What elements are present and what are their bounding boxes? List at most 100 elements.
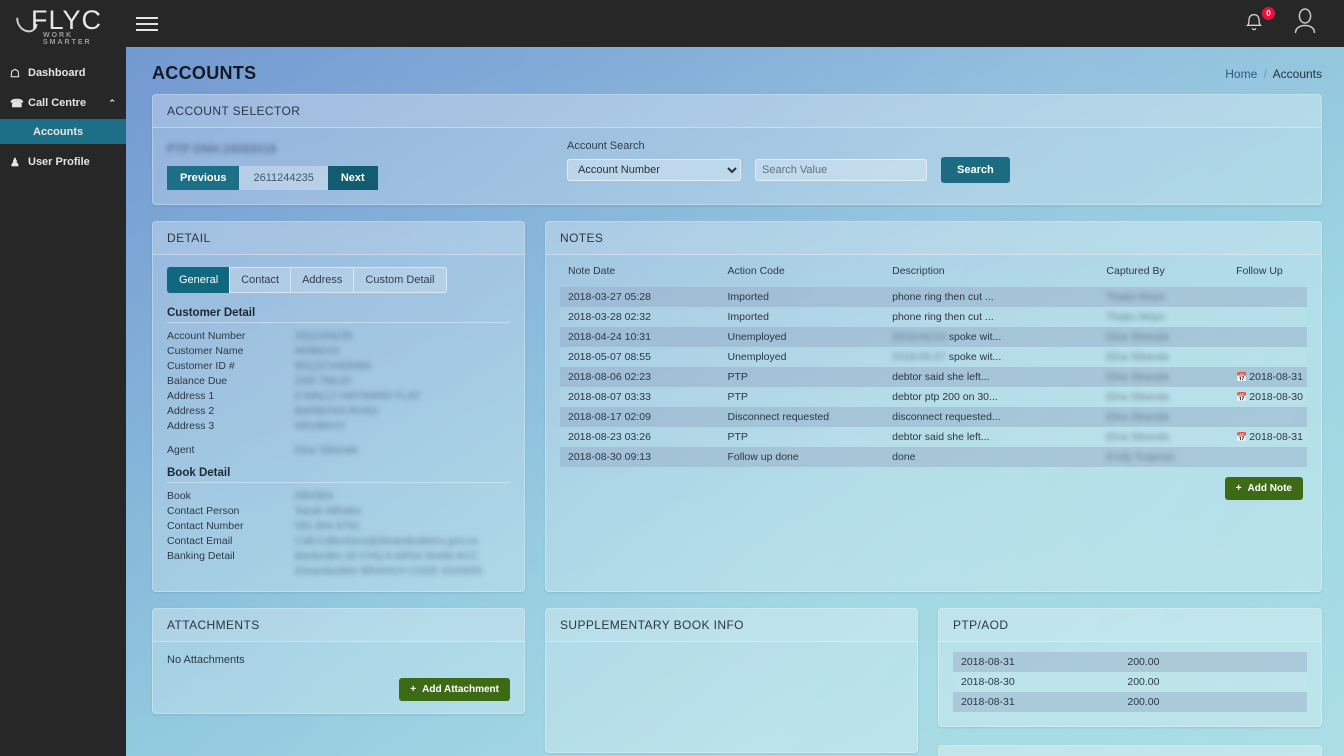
field-key: Customer ID # — [167, 360, 235, 372]
cell-action-code: PTP — [727, 371, 748, 383]
add-note-button[interactable]: + Add Note — [1224, 477, 1303, 500]
cell-note-date: 2018-05-07 08:55 — [568, 351, 651, 363]
sidebar-item-call-centre[interactable]: ☎ Call Centre ⌃ — [0, 91, 126, 115]
sidebar-item-label: User Profile — [28, 156, 90, 168]
cell-captured-by: Elna Sibanda — [1098, 327, 1228, 347]
payments-panel: PAYMENTS No Payments — [938, 745, 1322, 756]
sidebar-item-label: Dashboard — [28, 67, 86, 79]
cell-description: debtor said she left... — [892, 431, 990, 443]
search-type-select[interactable]: Account Number — [567, 159, 741, 181]
redacted-text: Thabo Moyo — [1106, 311, 1165, 323]
notes-header-row: Note Date Action Code Description Captur… — [560, 259, 1307, 287]
cell-ptp-amount: 200.00 — [1127, 656, 1160, 668]
cell-follow-up — [1228, 327, 1307, 347]
col-captured-by[interactable]: Captured By — [1098, 259, 1228, 287]
redacted-text: 2018-05-07 — [892, 351, 946, 363]
search-input[interactable] — [755, 159, 927, 181]
table-row[interactable]: 2018-05-07 08:55 Unemployed 2018-05-07 spo… — [560, 347, 1307, 367]
cell-note-date: 2018-03-28 02:32 — [568, 311, 651, 323]
book-detail-title: Book Detail — [167, 467, 510, 483]
table-row[interactable]: 2018-03-27 05:28 Imported phone ring then … — [560, 287, 1307, 307]
previous-button[interactable]: Previous — [167, 166, 240, 190]
breadcrumb: Home / Accounts — [1225, 67, 1322, 81]
detail-field-row: Address 2 BARBOSA ROAD — [167, 404, 510, 419]
detail-panel: DETAIL General Contact Address Custom De… — [152, 221, 525, 592]
detail-field-row: Account Number 2611244235 — [167, 329, 510, 344]
cell-description: debtor said she left... — [892, 371, 990, 383]
field-value: Bankedbo 20 CHQ A ABSA 56488 ACC — [295, 550, 479, 562]
tab-contact[interactable]: Contact — [229, 267, 291, 293]
table-row[interactable]: 2018-08-06 02:23 PTP debtor said she left.… — [560, 367, 1307, 387]
field-value: 2611244235 — [295, 330, 353, 342]
field-value: ZAR 789.20 — [295, 375, 352, 387]
tab-general[interactable]: General — [167, 267, 230, 293]
add-attachment-button[interactable]: + Add Attachment — [399, 678, 510, 701]
cell-action-code: PTP — [727, 431, 748, 443]
cell-description: debtor ptp 200 on 30... — [892, 391, 998, 403]
field-key: Contact Number — [167, 520, 244, 532]
table-row[interactable]: 2018-04-24 10:31 Unemployed 2018-04-24 spo… — [560, 327, 1307, 347]
table-row[interactable]: 2018-08-30 09:13 Follow up done done Emily … — [560, 447, 1307, 467]
cell-ptp-date: 2018-08-31 — [961, 696, 1015, 708]
cell-note-date: 2018-03-27 05:28 — [568, 291, 651, 303]
tab-custom-detail[interactable]: Custom Detail — [353, 267, 447, 293]
cell-follow-up: 📅 2018-08-30 — [1236, 391, 1303, 403]
customer-detail-title: Customer Detail — [167, 307, 510, 323]
table-row[interactable]: 2018-08-30 200.00 — [953, 672, 1307, 692]
field-value: 8012274409486 — [295, 360, 371, 372]
table-row[interactable]: 2018-08-31 200.00 — [953, 652, 1307, 672]
account-status-value: PTP DNH 24082018 — [167, 142, 277, 156]
breadcrumb-home[interactable]: Home — [1225, 67, 1257, 81]
col-action-code[interactable]: Action Code — [720, 259, 885, 287]
redacted-text: 2018-04-24 — [892, 331, 946, 343]
sidebar-item-accounts[interactable]: Accounts — [0, 119, 126, 144]
table-row[interactable]: 2018-08-07 03:33 PTP debtor ptp 200 on 30.… — [560, 387, 1307, 407]
table-row[interactable]: 2018-03-28 02:32 Imported phone ring then … — [560, 307, 1307, 327]
tab-address[interactable]: Address — [290, 267, 354, 293]
cell-ptp-date: 2018-08-31 — [961, 656, 1015, 668]
notification-badge: 0 — [1262, 6, 1275, 20]
field-value: BARBOSA ROAD — [295, 405, 379, 417]
field-value: Sarah Mthabo — [295, 505, 361, 517]
bell-glyph — [1245, 13, 1263, 30]
field-value: DBX801 — [295, 490, 335, 502]
brand-name: FLYC — [31, 4, 103, 35]
search-button[interactable]: Search — [941, 157, 1010, 183]
avatar-glyph — [1294, 8, 1316, 34]
account-selector-panel: ACCOUNT SELECTOR PTP DNH 24082018 Previo… — [152, 94, 1322, 205]
cell-captured-by: Elna Sibanda — [1098, 407, 1228, 427]
breadcrumb-separator: / — [1263, 66, 1267, 81]
user-avatar-icon[interactable] — [1292, 7, 1318, 40]
detail-field-row: Customer ID # 8012274409486 — [167, 359, 510, 374]
field-value: KRUBKHY — [295, 420, 346, 432]
sidebar-item-label: Accounts — [33, 125, 84, 138]
cell-action-code: PTP — [727, 391, 748, 403]
sidebar-item-user-profile[interactable]: ♟ User Profile — [0, 150, 126, 174]
agent-row: Agent Elna Sibanda — [167, 443, 510, 458]
cell-captured-by: Elna Sibanda — [1098, 387, 1228, 407]
col-follow-up[interactable]: Follow Up — [1228, 259, 1307, 287]
cell-follow-up — [1228, 307, 1307, 327]
sidebar-item-dashboard[interactable]: ☖ Dashboard — [0, 61, 126, 85]
next-button[interactable]: Next — [327, 166, 378, 190]
field-key — [167, 564, 295, 579]
attachments-panel: ATTACHMENTS No Attachments + Add Attachm… — [152, 608, 525, 714]
field-key: Address 3 — [167, 420, 215, 432]
cell-action-code: Unemployed — [727, 351, 787, 363]
bell-icon[interactable]: 0 — [1244, 6, 1275, 36]
detail-heading: DETAIL — [153, 222, 524, 255]
person-icon: ♟ — [10, 156, 20, 169]
add-attachment-label: Add Attachment — [422, 684, 499, 695]
book-field-row: Contact Person Sarah Mthabo — [167, 504, 510, 519]
cell-ptp-amount: 200.00 — [1127, 676, 1160, 688]
table-row[interactable]: 2018-08-17 02:09 Disconnect requested disc… — [560, 407, 1307, 427]
brand-logo[interactable]: FLYC WORK SMARTER — [0, 0, 126, 47]
hamburger-icon[interactable] — [136, 11, 162, 37]
col-note-date[interactable]: Note Date — [560, 259, 720, 287]
field-key: Balance Due — [167, 375, 228, 387]
cell-action-code: Disconnect requested — [727, 411, 830, 423]
table-row[interactable]: 2018-08-23 03:26 PTP debtor said she left.… — [560, 427, 1307, 447]
detail-field-row: Customer Name MXBKHX — [167, 344, 510, 359]
table-row[interactable]: 2018-08-31 200.00 — [953, 692, 1307, 712]
col-description[interactable]: Description — [884, 259, 1098, 287]
